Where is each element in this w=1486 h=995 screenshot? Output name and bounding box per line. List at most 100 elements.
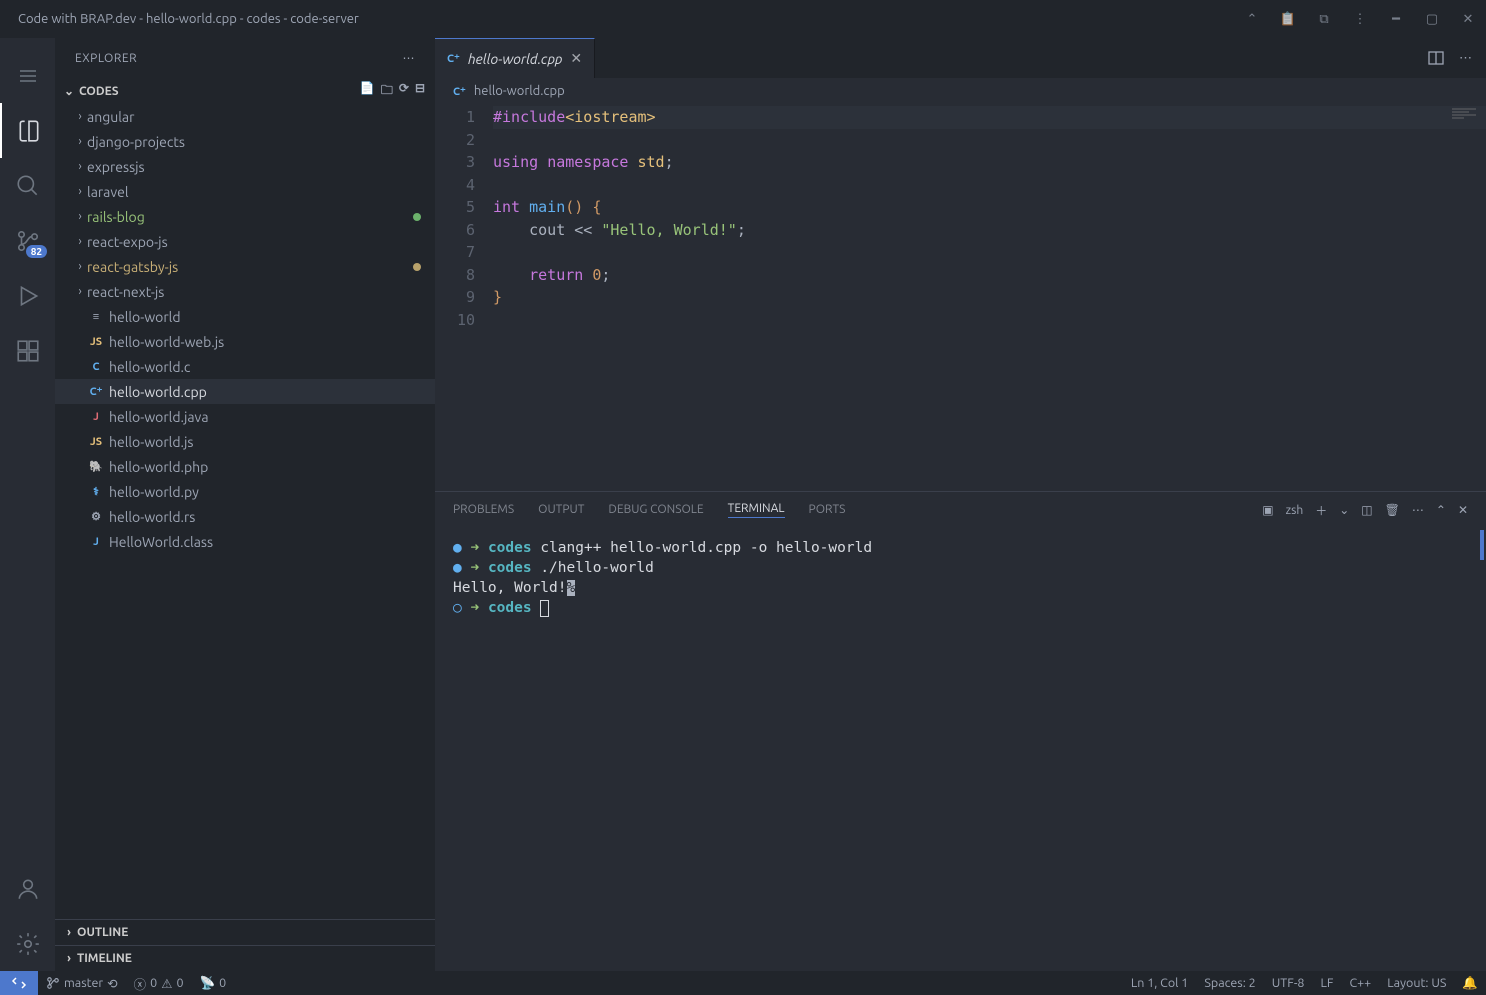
sync-icon[interactable]: ⟲	[107, 976, 117, 991]
language-mode[interactable]: C++	[1341, 976, 1379, 990]
extensions-icon[interactable]	[0, 323, 55, 378]
timeline-section[interactable]: › TIMELINE	[55, 945, 435, 971]
error-icon: ⓧ	[134, 974, 147, 993]
file-item[interactable]: JShello-world-web.js	[55, 329, 435, 354]
explorer-sidebar: EXPLORER ⋯ ⌄ CODES 📄 🗀 ⟳ ⊟ ›angular›djan…	[55, 38, 435, 971]
tab-close-icon[interactable]: ✕	[570, 50, 582, 67]
folder-item[interactable]: ›django-projects	[55, 129, 435, 154]
file-icon: ⚕	[87, 485, 105, 498]
file-label: hello-world.java	[109, 409, 209, 425]
status-bar: master ⟲ ⓧ0 ⚠0 📡0 Ln 1, Col 1 Spaces: 2 …	[0, 971, 1486, 995]
file-item[interactable]: ⚙hello-world.rs	[55, 504, 435, 529]
explorer-more-icon[interactable]: ⋯	[403, 51, 416, 65]
activity-bar: 82	[0, 38, 55, 971]
more-icon[interactable]: ⋮	[1352, 11, 1368, 27]
folder-item[interactable]: ›angular	[55, 104, 435, 129]
file-icon: C⁺	[87, 385, 105, 398]
explorer-icon[interactable]	[0, 103, 55, 158]
search-icon[interactable]	[0, 158, 55, 213]
encoding[interactable]: UTF-8	[1264, 976, 1313, 990]
accounts-icon[interactable]	[0, 861, 55, 916]
tabs-row: C⁺ hello-world.cpp ✕ ⋯	[435, 38, 1486, 78]
folder-item[interactable]: ›react-next-js	[55, 279, 435, 304]
editor-more-icon[interactable]: ⋯	[1459, 51, 1472, 66]
git-branch[interactable]: master ⟲	[38, 971, 126, 995]
split-editor-icon[interactable]	[1427, 49, 1445, 67]
minimize-icon[interactable]: ━	[1388, 11, 1404, 27]
bottom-panel: PROBLEMS OUTPUT DEBUG CONSOLE TERMINAL P…	[435, 491, 1486, 971]
cpp-file-icon: C⁺	[453, 85, 466, 98]
file-icon: J	[87, 536, 105, 548]
problems-indicator[interactable]: ⓧ0 ⚠0	[126, 971, 192, 995]
tab-ports[interactable]: PORTS	[809, 503, 846, 518]
notifications-icon[interactable]: 🔔	[1454, 976, 1486, 991]
workspace-header[interactable]: ⌄ CODES 📄 🗀 ⟳ ⊟	[55, 78, 435, 104]
file-item[interactable]: Jhello-world.java	[55, 404, 435, 429]
tab-terminal[interactable]: TERMINAL	[728, 502, 785, 518]
maximize-icon[interactable]: ▢	[1424, 11, 1440, 27]
new-file-icon[interactable]: 📄	[360, 81, 375, 102]
close-panel-icon[interactable]: ✕	[1458, 503, 1468, 517]
keyboard-layout[interactable]: Layout: US	[1379, 976, 1454, 990]
file-item[interactable]: Chello-world.c	[55, 354, 435, 379]
clipboard-icon[interactable]: 📋	[1280, 11, 1296, 27]
cursor-position[interactable]: Ln 1, Col 1	[1123, 976, 1197, 990]
tab-problems[interactable]: PROBLEMS	[453, 503, 514, 518]
file-item[interactable]: ≡hello-world	[55, 304, 435, 329]
chevron-right-icon: ›	[73, 235, 87, 248]
minimap[interactable]	[1452, 108, 1476, 120]
file-label: hello-world.js	[109, 434, 193, 450]
extension-icon[interactable]: ⧉	[1316, 11, 1332, 27]
folder-label: angular	[87, 109, 134, 125]
split-terminal-icon[interactable]: ◫	[1361, 503, 1372, 517]
source-control-icon[interactable]: 82	[0, 213, 55, 268]
terminal-shell-label[interactable]: zsh	[1286, 504, 1304, 517]
tab-debug-console[interactable]: DEBUG CONSOLE	[608, 503, 703, 518]
tab-output[interactable]: OUTPUT	[538, 503, 584, 518]
collapse-all-icon[interactable]: ⊟	[415, 81, 425, 102]
file-icon: J	[87, 411, 105, 423]
refresh-icon[interactable]: ⟳	[399, 81, 409, 102]
code-content[interactable]: #include<iostream> using namespace std; …	[493, 104, 1486, 491]
panel-more-icon[interactable]: ⋯	[1412, 503, 1424, 517]
line-gutter: 12345678910	[435, 104, 493, 491]
file-item[interactable]: 🐘hello-world.php	[55, 454, 435, 479]
remote-indicator[interactable]	[0, 971, 38, 995]
tab-hello-world-cpp[interactable]: C⁺ hello-world.cpp ✕	[435, 38, 595, 78]
folder-item[interactable]: ›react-gatsby-js	[55, 254, 435, 279]
kill-terminal-icon[interactable]: 🗑	[1385, 503, 1400, 517]
terminal-dropdown-icon[interactable]: ⌄	[1339, 503, 1349, 517]
terminal-scrollbar[interactable]	[1480, 530, 1484, 560]
new-folder-icon[interactable]: 🗀	[381, 81, 393, 102]
settings-gear-icon[interactable]	[0, 916, 55, 971]
file-item[interactable]: C⁺hello-world.cpp	[55, 379, 435, 404]
terminal-profile-icon[interactable]: ▣	[1262, 503, 1273, 517]
close-icon[interactable]: ✕	[1460, 11, 1476, 27]
file-label: HelloWorld.class	[109, 534, 213, 550]
folder-item[interactable]: ›laravel	[55, 179, 435, 204]
maximize-panel-icon[interactable]: ⌃	[1436, 503, 1446, 517]
folder-item[interactable]: ›expressjs	[55, 154, 435, 179]
folder-item[interactable]: ›react-expo-js	[55, 229, 435, 254]
breadcrumb[interactable]: C⁺ hello-world.cpp	[435, 78, 1486, 104]
ports-indicator[interactable]: 📡0	[192, 971, 235, 995]
chevron-up-icon[interactable]: ⌃	[1244, 11, 1260, 27]
outline-section[interactable]: › OUTLINE	[55, 919, 435, 945]
file-item[interactable]: ⚕hello-world.py	[55, 479, 435, 504]
git-status-dot	[413, 213, 421, 221]
file-label: hello-world-web.js	[109, 334, 224, 350]
eol[interactable]: LF	[1313, 976, 1342, 990]
file-item[interactable]: J HelloWorld.class	[55, 529, 435, 554]
new-terminal-icon[interactable]: ＋	[1315, 502, 1327, 519]
chevron-right-icon: ›	[73, 135, 87, 148]
terminal-content[interactable]: ● ➜ codes clang++ hello-world.cpp -o hel…	[435, 528, 1486, 971]
cpp-file-icon: C⁺	[447, 52, 460, 65]
indentation[interactable]: Spaces: 2	[1196, 976, 1263, 990]
workspace-name: CODES	[79, 85, 360, 98]
run-debug-icon[interactable]	[0, 268, 55, 323]
chevron-right-icon: ›	[61, 952, 77, 965]
menu-icon[interactable]	[0, 48, 55, 103]
editor-body[interactable]: 12345678910 #include<iostream> using nam…	[435, 104, 1486, 491]
folder-item[interactable]: ›rails-blog	[55, 204, 435, 229]
file-item[interactable]: JShello-world.js	[55, 429, 435, 454]
